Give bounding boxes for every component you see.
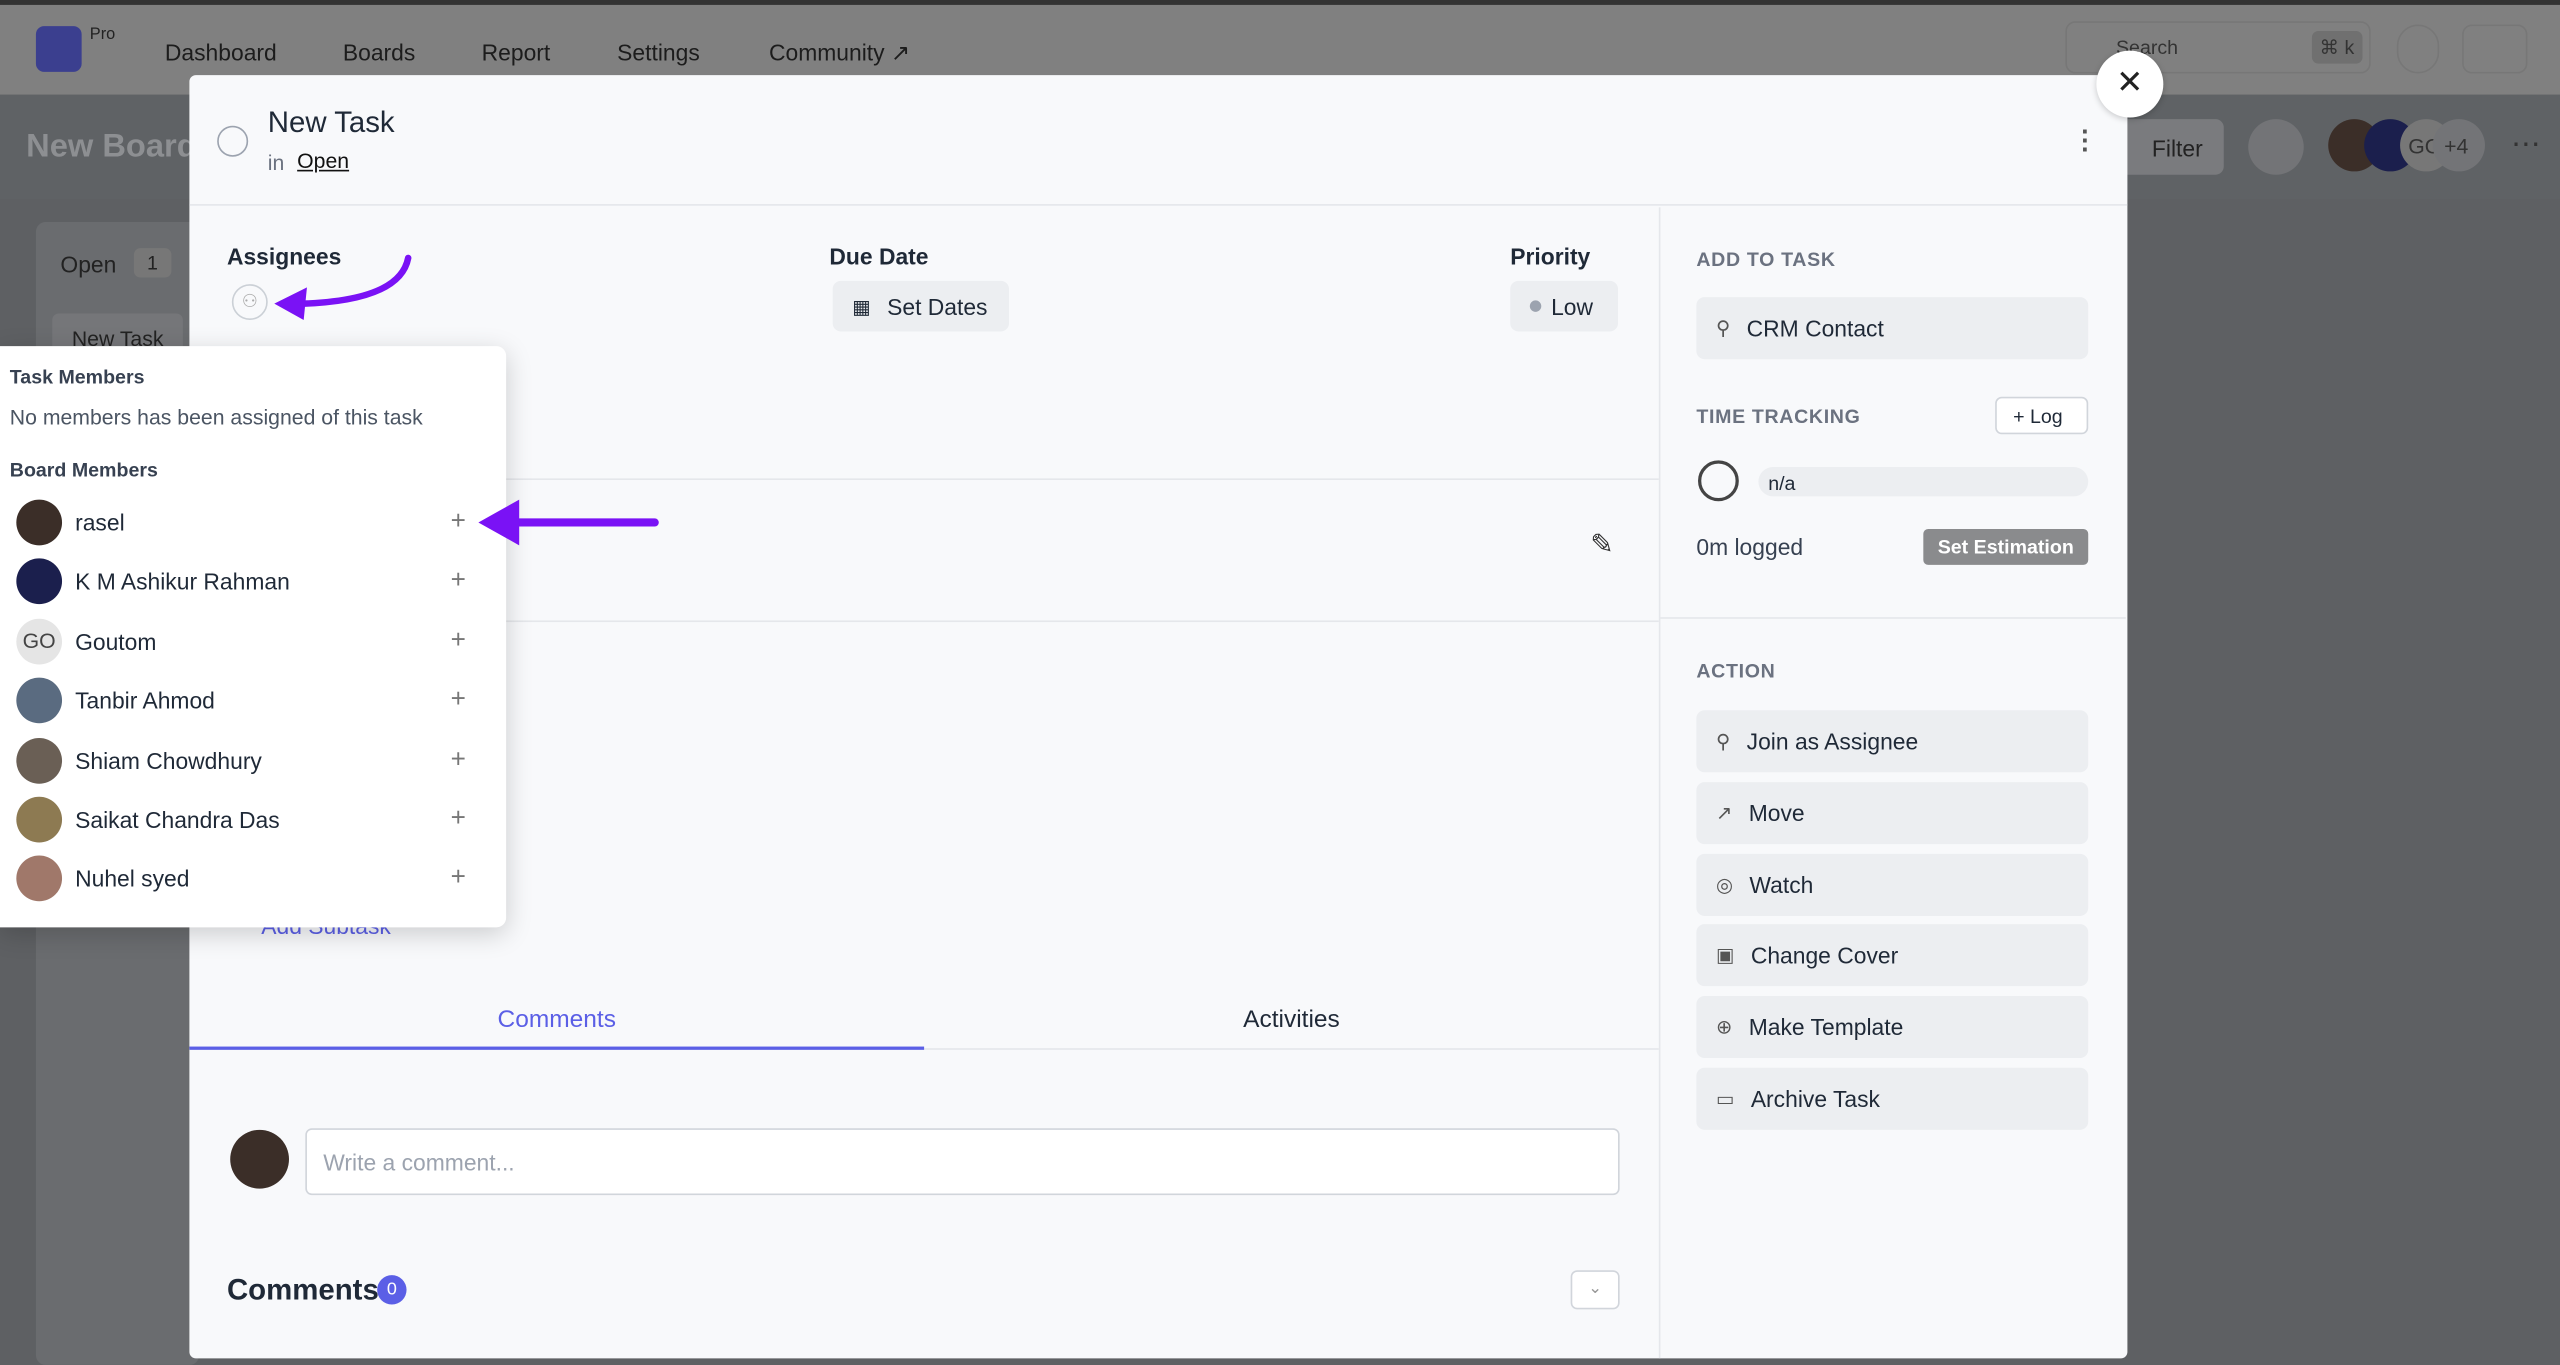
curved-arrow xyxy=(298,254,412,307)
curved-arrow-head xyxy=(274,287,307,321)
straight-arrow-head xyxy=(478,499,520,546)
annotation-arrows xyxy=(274,254,659,546)
